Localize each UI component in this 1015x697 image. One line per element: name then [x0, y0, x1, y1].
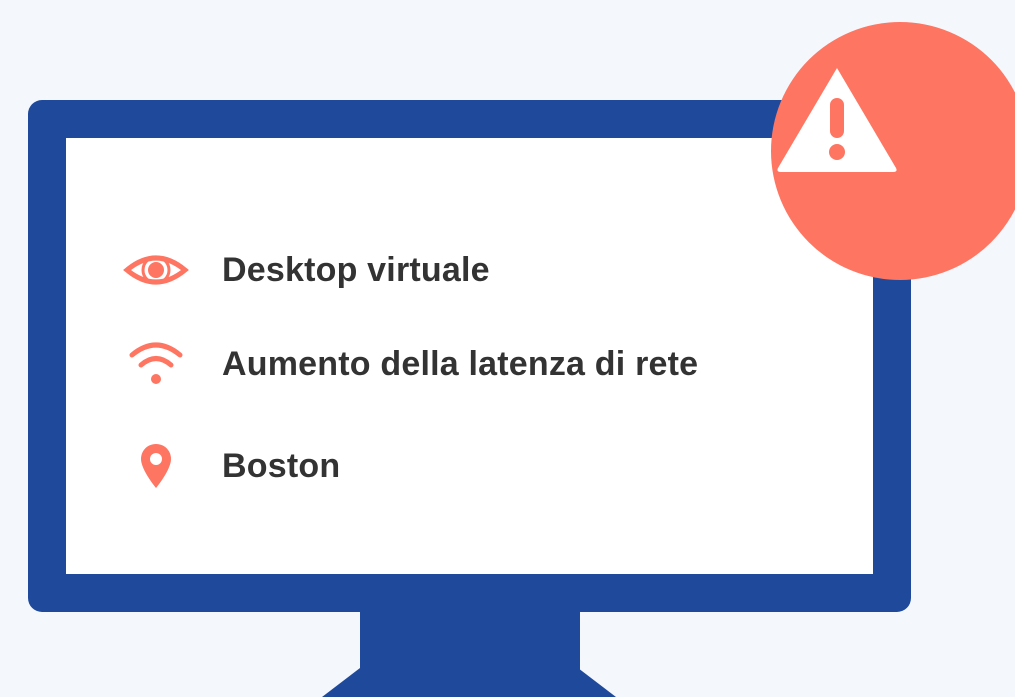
eye-icon: [118, 240, 194, 300]
warning-triangle-icon: [777, 68, 897, 172]
location-pin-icon: [118, 436, 194, 496]
monitor-stand-base: [322, 668, 616, 697]
list-item-location: Boston: [118, 436, 340, 496]
list-item-label: Aumento della latenza di rete: [222, 344, 699, 383]
list-item-desktop: Desktop virtuale: [118, 240, 490, 300]
list-item-label: Desktop virtuale: [222, 250, 490, 289]
list-item-latency: Aumento della latenza di rete: [118, 334, 698, 394]
illustration: Desktop virtuale Aumento della latenza d…: [0, 0, 1015, 697]
list-item-label: Boston: [222, 446, 341, 485]
wifi-icon: [118, 334, 194, 394]
alert-badge: [771, 22, 1015, 280]
